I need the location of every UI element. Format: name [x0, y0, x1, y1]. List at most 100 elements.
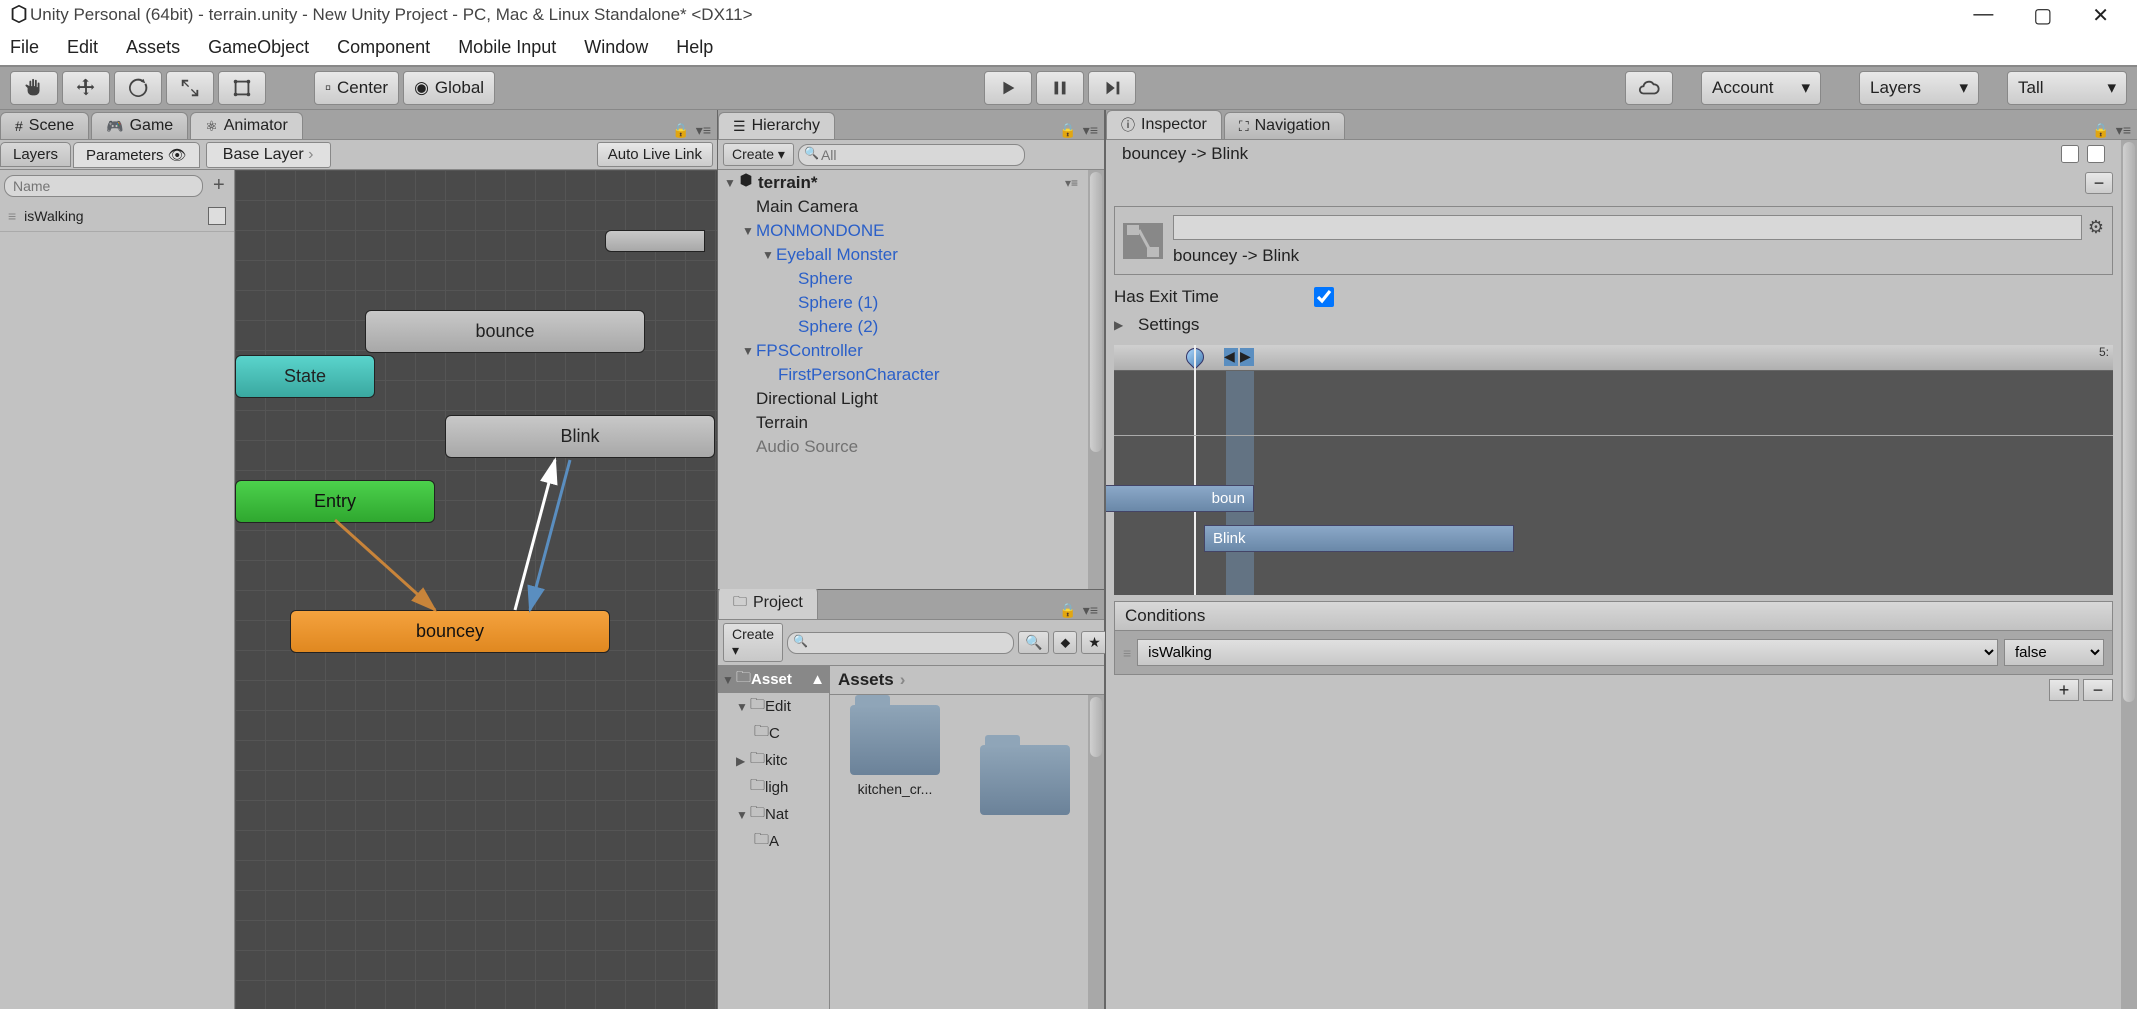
transition-timeline[interactable]: ◀▶ 5: boun Blink	[1114, 345, 2113, 595]
condition-row[interactable]: ≡ isWalking false	[1121, 637, 2106, 668]
tab-project[interactable]: 🗀Project	[718, 586, 818, 619]
animator-graph[interactable]: State bounce Blink Entry bouncey	[235, 170, 717, 1009]
dest-clip[interactable]: Blink	[1204, 525, 1514, 552]
parameter-bool-checkbox[interactable]	[208, 207, 226, 225]
rotate-tool-button[interactable]	[114, 71, 162, 105]
hierarchy-item[interactable]: FirstPersonCharacter	[718, 363, 1104, 387]
project-breadcrumb[interactable]: Assets›	[830, 666, 1104, 695]
tab-scene[interactable]: #Scene	[0, 112, 89, 139]
transition-name-input[interactable]	[1173, 215, 2082, 240]
menu-assets[interactable]: Assets	[126, 37, 180, 58]
inspector-scrollbar[interactable]	[2121, 140, 2137, 1009]
timeline-range-handles[interactable]: ◀▶	[1224, 348, 1254, 366]
scene-options-icon[interactable]: ▾≡	[1065, 176, 1078, 190]
project-folder[interactable]: 🗀C	[718, 720, 829, 747]
any-state-node[interactable]: State	[235, 355, 375, 398]
tab-navigation[interactable]: ⛶Navigation	[1224, 112, 1345, 139]
cloud-button[interactable]	[1625, 71, 1673, 105]
lock-icon[interactable]: 🔒	[1059, 602, 1076, 619]
pause-button[interactable]	[1036, 71, 1084, 105]
hierarchy-item[interactable]: Sphere (1)	[718, 291, 1104, 315]
expand-arrow-icon[interactable]: ▼	[724, 176, 738, 190]
timeline-transition-range[interactable]	[1226, 371, 1254, 595]
hierarchy-create-button[interactable]: Create ▾	[723, 143, 794, 166]
rect-tool-button[interactable]	[218, 71, 266, 105]
solo-checkbox[interactable]	[2061, 145, 2079, 163]
hierarchy-search-input[interactable]	[798, 144, 1025, 166]
hierarchy-item[interactable]: ▼MONMONDONE	[718, 219, 1104, 243]
menu-component[interactable]: Component	[337, 37, 430, 58]
project-folder[interactable]: ▼🗀Edit	[718, 693, 829, 720]
settings-row[interactable]: ▶ Settings	[1106, 311, 2137, 339]
menu-edit[interactable]: Edit	[67, 37, 98, 58]
condition-param-select[interactable]: isWalking	[1137, 639, 1998, 666]
expand-arrow-icon[interactable]: ▼	[742, 224, 756, 238]
tab-inspector[interactable]: ⓘInspector	[1106, 110, 1222, 139]
lock-icon[interactable]: 🔒	[1059, 122, 1076, 139]
parameter-search-input[interactable]	[4, 175, 203, 197]
bounce-state-node[interactable]: bounce	[365, 310, 645, 353]
remove-transition-button[interactable]: −	[2085, 172, 2113, 194]
project-folder[interactable]: ▼🗀Nat	[718, 801, 829, 828]
timeline-ruler[interactable]: ◀▶ 5:	[1114, 345, 2113, 371]
tab-hierarchy[interactable]: ☰Hierarchy	[718, 112, 835, 139]
layout-dropdown[interactable]: Tall▾	[2007, 71, 2127, 105]
move-tool-button[interactable]	[62, 71, 110, 105]
add-condition-button[interactable]: +	[2049, 679, 2079, 701]
remove-condition-button[interactable]: −	[2083, 679, 2113, 701]
menu-file[interactable]: File	[10, 37, 39, 58]
tab-options-icon[interactable]: ▾≡	[1083, 122, 1098, 139]
project-search-input[interactable]	[787, 632, 1014, 654]
hierarchy-scrollbar[interactable]	[1088, 170, 1104, 589]
maximize-icon[interactable]: ▢	[2033, 3, 2052, 28]
asset-folder-item[interactable]	[970, 745, 1080, 821]
mute-checkbox[interactable]	[2087, 145, 2105, 163]
entry-state-node[interactable]: Entry	[235, 480, 435, 523]
tab-options-icon[interactable]: ▾≡	[1083, 602, 1098, 619]
close-icon[interactable]: ✕	[2092, 3, 2109, 28]
tab-game[interactable]: 🎮Game	[91, 112, 188, 139]
expand-arrow-icon[interactable]: ▼	[742, 344, 756, 358]
coord-mode-button[interactable]: ◉Global	[403, 71, 495, 105]
tab-options-icon[interactable]: ▾≡	[696, 122, 711, 139]
menu-help[interactable]: Help	[676, 37, 713, 58]
play-button[interactable]	[984, 71, 1032, 105]
hierarchy-item[interactable]: ▼FPSController	[718, 339, 1104, 363]
project-folder[interactable]: ▶🗀kitc	[718, 747, 829, 774]
drag-handle-icon[interactable]: ≡	[1123, 645, 1131, 661]
tab-animator[interactable]: ⚛Animator	[190, 112, 303, 139]
layers-subtab[interactable]: Layers	[0, 142, 71, 167]
hierarchy-item[interactable]: Main Camera	[718, 195, 1104, 219]
hierarchy-item[interactable]: ▼Eyeball Monster	[718, 243, 1104, 267]
parameters-subtab[interactable]: Parameters 👁	[73, 142, 200, 168]
parameter-row[interactable]: ≡ isWalking	[0, 201, 234, 232]
menu-mobile-input[interactable]: Mobile Input	[458, 37, 556, 58]
step-button[interactable]	[1088, 71, 1136, 105]
scene-row[interactable]: ▼ terrain* ▾≡	[718, 170, 1104, 195]
hierarchy-item[interactable]: Sphere (2)	[718, 315, 1104, 339]
project-folder[interactable]: 🗀ligh	[718, 774, 829, 801]
condition-value-select[interactable]: false	[2004, 639, 2104, 666]
minimize-icon[interactable]: —	[1973, 3, 1993, 28]
gear-icon[interactable]: ⚙	[2088, 217, 2104, 238]
assets-root[interactable]: ▼🗀Asset▲	[718, 666, 829, 693]
lock-icon[interactable]: 🔒	[672, 122, 689, 139]
blink-state-node[interactable]: Blink	[445, 415, 715, 458]
account-dropdown[interactable]: Account▾	[1701, 71, 1821, 105]
has-exit-time-checkbox[interactable]	[1314, 287, 1334, 307]
project-create-button[interactable]: Create ▾	[723, 623, 783, 662]
drag-handle-icon[interactable]: ≡	[8, 208, 16, 224]
bouncey-state-node[interactable]: bouncey	[290, 610, 610, 653]
project-folder[interactable]: 🗀A	[718, 828, 829, 855]
layers-dropdown[interactable]: Layers▾	[1859, 71, 1979, 105]
state-node-partial[interactable]	[605, 230, 705, 252]
filter-type-button[interactable]: ⬥	[1053, 631, 1077, 654]
hierarchy-item[interactable]: Directional Light	[718, 387, 1104, 411]
menu-gameobject[interactable]: GameObject	[208, 37, 309, 58]
transition-list-item[interactable]: bouncey -> Blink	[1114, 140, 2113, 168]
hierarchy-item[interactable]: Sphere	[718, 267, 1104, 291]
asset-folder-item[interactable]: kitchen_cr...	[840, 705, 950, 821]
expand-arrow-icon[interactable]: ▶	[1114, 318, 1128, 332]
hierarchy-item[interactable]: Audio Source	[718, 435, 1104, 459]
scale-tool-button[interactable]	[166, 71, 214, 105]
